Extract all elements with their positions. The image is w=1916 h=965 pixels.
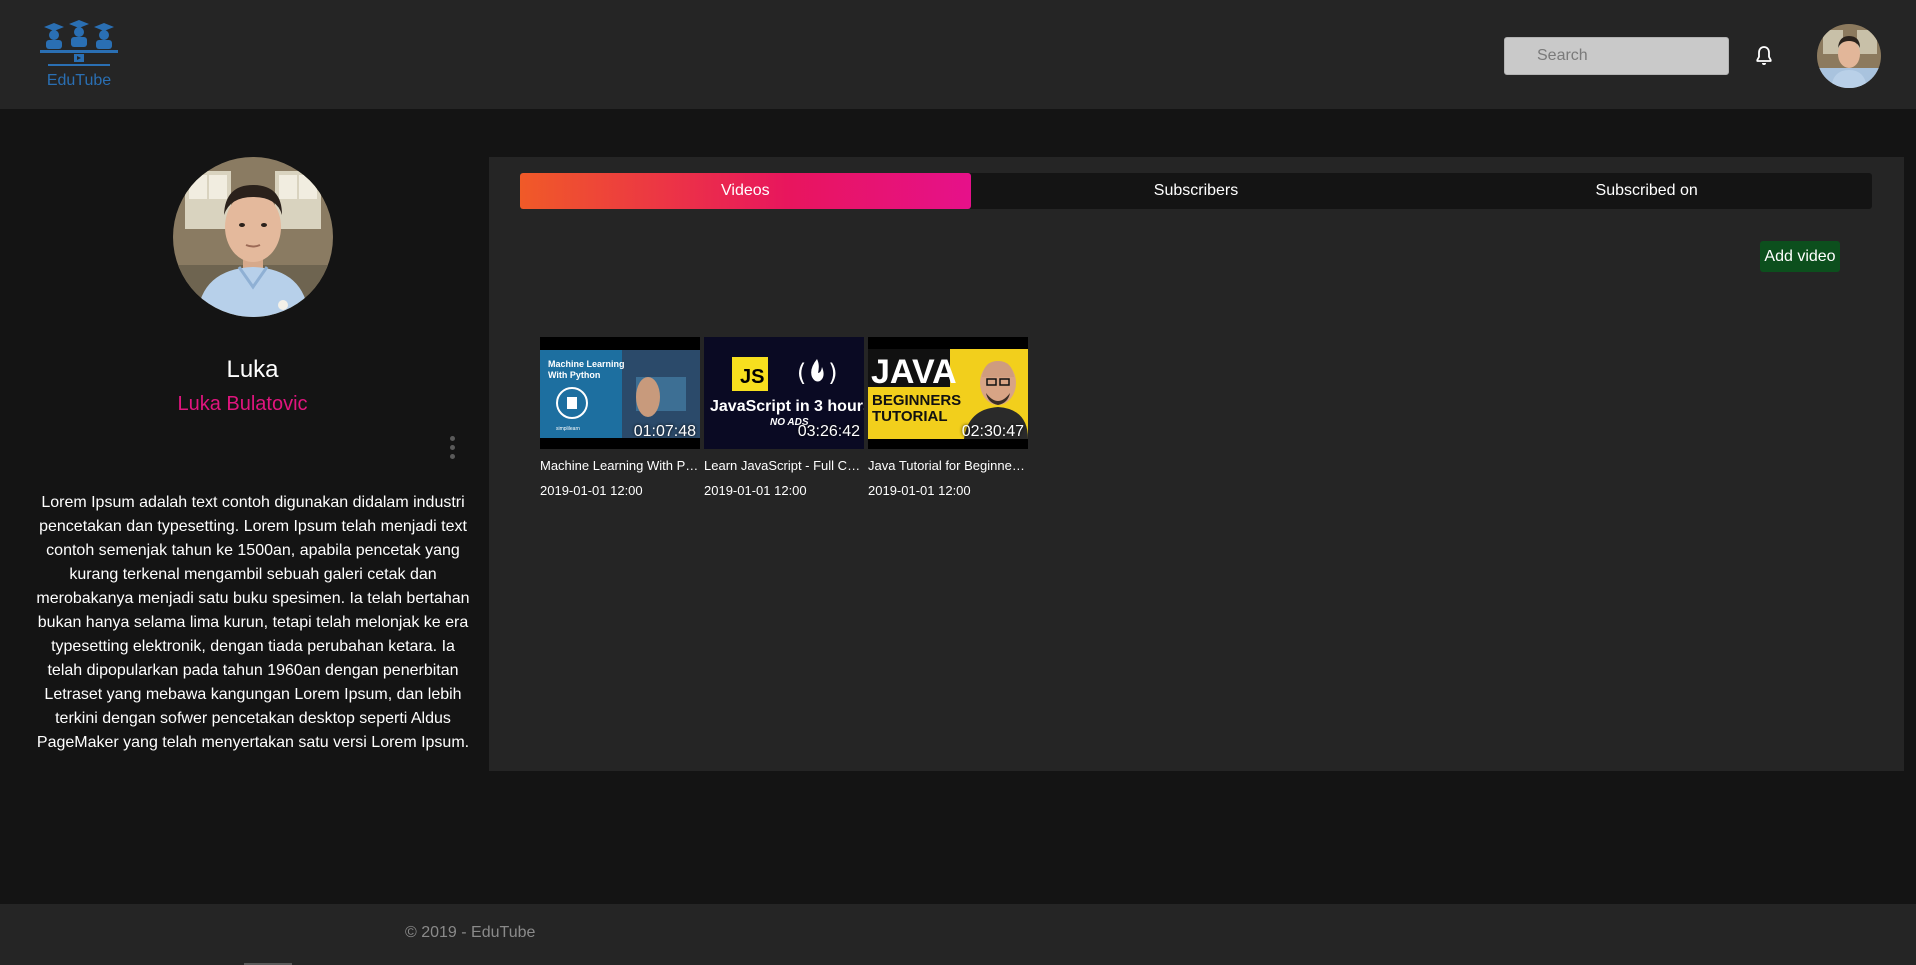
channel-content-panel: Videos Subscribers Subscribed on Add vid… bbox=[489, 157, 1904, 771]
svg-text:Machine Learning: Machine Learning bbox=[548, 359, 625, 369]
video-thumbnail[interactable]: Machine Learning With Python simplilearn… bbox=[540, 337, 700, 449]
svg-text:): ) bbox=[826, 359, 840, 387]
svg-text:With Python: With Python bbox=[548, 370, 600, 380]
svg-text:JAVA: JAVA bbox=[871, 353, 957, 391]
copyright-text: © 2019 - EduTube bbox=[405, 924, 536, 941]
svg-text:BEGINNERS: BEGINNERS bbox=[872, 392, 961, 409]
video-card[interactable]: Machine Learning With Python simplilearn… bbox=[540, 337, 700, 498]
video-date: 2019-01-01 12:00 bbox=[704, 483, 807, 498]
video-title[interactable]: Java Tutorial for Beginners [2019] bbox=[868, 458, 1028, 473]
tab-subscribed-on[interactable]: Subscribed on bbox=[1421, 173, 1872, 209]
svg-text:EduTube: EduTube bbox=[47, 72, 111, 89]
video-list: Machine Learning With Python simplilearn… bbox=[540, 337, 1028, 498]
video-date: 2019-01-01 12:00 bbox=[540, 483, 643, 498]
channel-tabs: Videos Subscribers Subscribed on bbox=[520, 173, 1872, 209]
svg-text:TUTORIAL: TUTORIAL bbox=[872, 408, 948, 425]
video-thumbnail[interactable]: JS ( ) JavaScript in 3 hours NO ADS 03:2… bbox=[704, 337, 864, 449]
video-card[interactable]: JS ( ) JavaScript in 3 hours NO ADS 03:2… bbox=[704, 337, 864, 498]
footer: © 2019 - EduTube bbox=[0, 904, 1916, 965]
profile-bio: Lorem Ipsum adalah text contoh digunakan… bbox=[36, 494, 470, 751]
profile-avatar bbox=[173, 157, 333, 317]
video-duration: 01:07:48 bbox=[633, 423, 696, 440]
video-thumbnail[interactable]: JAVA BEGINNERS TUTORIAL 02:30:47 bbox=[868, 337, 1028, 449]
video-duration: 03:26:42 bbox=[797, 423, 860, 440]
svg-text:(: ( bbox=[794, 359, 808, 387]
svg-text:JavaScript in 3 hours: JavaScript in 3 hours bbox=[710, 398, 864, 415]
svg-text:JS: JS bbox=[740, 366, 764, 388]
video-card[interactable]: JAVA BEGINNERS TUTORIAL 02:30:47 Java Tu… bbox=[868, 337, 1028, 498]
video-title[interactable]: Machine Learning With Python | Machine L… bbox=[540, 458, 700, 473]
video-date: 2019-01-01 12:00 bbox=[868, 483, 971, 498]
search-input[interactable] bbox=[1504, 37, 1729, 75]
svg-text:simplilearn: simplilearn bbox=[556, 426, 580, 432]
tab-videos[interactable]: Videos bbox=[520, 173, 971, 209]
tab-subscribers[interactable]: Subscribers bbox=[971, 173, 1422, 209]
video-duration: 02:30:47 bbox=[961, 423, 1024, 440]
bell-icon[interactable] bbox=[1752, 44, 1776, 68]
add-video-button[interactable]: Add video bbox=[1760, 241, 1840, 272]
profile-username[interactable]: Luka Bulatovic bbox=[30, 393, 455, 416]
profile-name: Luka bbox=[226, 356, 279, 383]
video-title[interactable]: Learn JavaScript - Full Course for Begin… bbox=[704, 458, 864, 473]
user-avatar[interactable] bbox=[1817, 24, 1881, 88]
edutube-logo[interactable]: EduTube bbox=[36, 18, 122, 94]
more-options-icon[interactable] bbox=[446, 436, 458, 464]
top-navbar: EduTube bbox=[0, 0, 1916, 109]
